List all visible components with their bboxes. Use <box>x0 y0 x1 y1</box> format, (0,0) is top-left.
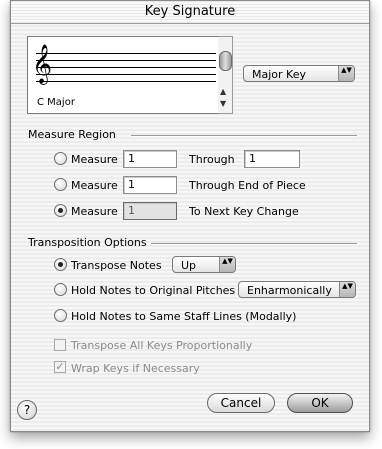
staff-line <box>36 67 216 68</box>
transpose-notes-radio[interactable] <box>54 258 67 271</box>
measure-to-end-radio[interactable] <box>54 178 67 191</box>
popup-arrows-icon: ▲▼ <box>338 66 354 81</box>
measure-to-end-field[interactable]: 1 <box>123 176 177 194</box>
measure-range-radio[interactable] <box>54 152 67 165</box>
measure-to-field[interactable]: 1 <box>244 150 300 168</box>
enharmonic-mode-value: Enharmonically <box>247 284 332 297</box>
transpose-all-keys-checkbox[interactable] <box>54 339 66 351</box>
measure-next-change-radio[interactable] <box>54 204 67 217</box>
enharmonic-mode-popup[interactable]: Enharmonically ▲▼ <box>238 281 356 298</box>
scroll-thumb[interactable] <box>219 51 232 71</box>
transpose-all-keys-label: Transpose All Keys Proportionally <box>71 339 253 352</box>
popup-arrows-icon: ▲▼ <box>339 282 355 297</box>
key-preview: 𝄞 C Major <box>27 36 219 114</box>
separator <box>151 243 357 245</box>
key-scrollbar[interactable]: ▲ ▼ <box>218 36 233 114</box>
scroll-up-arrow-icon[interactable]: ▲ <box>220 87 226 96</box>
key-signature-dialog: Key Signature 𝄞 C Major ▲ ▼ Major Key ▲▼… <box>10 0 370 432</box>
key-name-label: C Major <box>37 97 75 108</box>
mode-popup[interactable]: Major Key ▲▼ <box>243 65 355 82</box>
measure-from-field[interactable]: 1 <box>123 150 177 168</box>
mode-popup-value: Major Key <box>252 68 306 81</box>
measure-to-end-label: Measure <box>71 179 118 192</box>
hold-staff-lines-label: Hold Notes to Same Staff Lines (Modally) <box>71 310 297 323</box>
separator <box>131 135 357 137</box>
wrap-keys-label: Wrap Keys if Necessary <box>71 362 200 375</box>
transpose-direction-popup[interactable]: Up ▲▼ <box>172 256 236 273</box>
popup-arrows-icon: ▲▼ <box>219 257 235 272</box>
measure-next-change-field[interactable]: 1 <box>123 202 177 220</box>
measure-next-change-label: Measure <box>71 205 118 218</box>
measure-region-label: Measure Region <box>28 128 116 141</box>
hold-original-pitches-radio[interactable] <box>54 283 67 296</box>
cancel-button[interactable]: Cancel <box>207 393 275 413</box>
hold-original-pitches-label: Hold Notes to Original Pitches <box>71 284 236 297</box>
treble-clef-icon: 𝄞 <box>32 44 53 84</box>
transpose-notes-label: Transpose Notes <box>71 259 162 272</box>
wrap-keys-checkbox[interactable]: ✓ <box>54 361 66 373</box>
hold-staff-lines-radio[interactable] <box>54 309 67 322</box>
staff-line <box>36 74 216 75</box>
window-title: Key Signature <box>11 1 369 24</box>
help-button[interactable]: ? <box>17 400 37 420</box>
staff-line <box>36 53 216 54</box>
ok-button[interactable]: OK <box>287 393 353 413</box>
staff-line <box>36 60 216 61</box>
through-label: Through <box>189 153 235 166</box>
next-key-change-label: To Next Key Change <box>189 205 299 218</box>
scroll-down-arrow-icon[interactable]: ▼ <box>220 99 226 108</box>
transpose-direction-value: Up <box>181 259 197 272</box>
through-end-label: Through End of Piece <box>189 179 306 192</box>
transposition-options-label: Transposition Options <box>28 236 147 249</box>
staff-line <box>36 81 216 82</box>
measure-range-label: Measure <box>71 153 118 166</box>
